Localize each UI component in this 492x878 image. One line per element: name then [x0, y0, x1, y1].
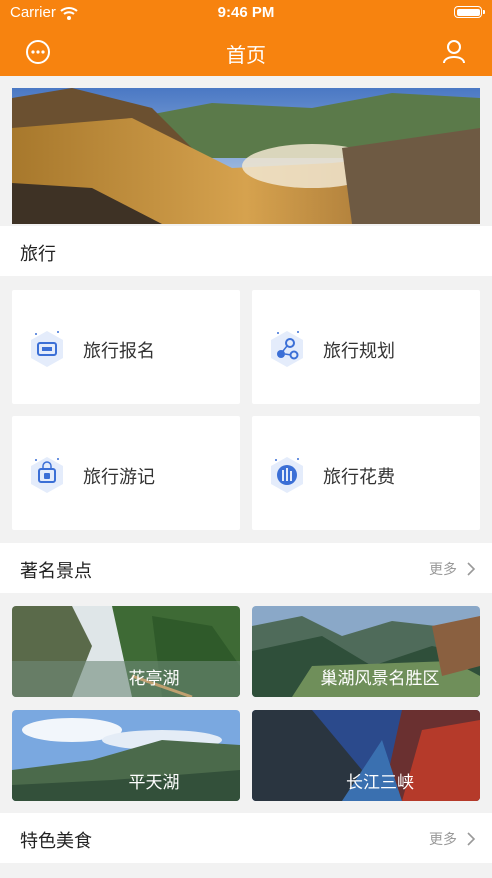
spot-card[interactable]: 巢湖风景名胜区	[252, 606, 480, 697]
ticket-icon	[28, 328, 66, 368]
spots-section-header: 著名景点 更多	[0, 543, 492, 593]
spot-caption: 花亭湖	[128, 669, 180, 689]
spot-card[interactable]: 平天湖	[12, 710, 240, 801]
spot-caption: 平天湖	[128, 773, 180, 793]
route-icon	[268, 328, 306, 368]
more-label: 更多	[429, 832, 457, 848]
card-label: 旅行花费	[323, 467, 395, 488]
status-bar: Carrier 9:46 PM	[0, 0, 492, 26]
spot-caption: 巢湖风景名胜区	[320, 669, 440, 689]
battery-icon	[454, 6, 485, 18]
card-label: 旅行报名	[83, 341, 155, 362]
travel-plan-card[interactable]: 旅行规划	[252, 290, 480, 404]
clock: 9:46 PM	[217, 4, 275, 21]
page-title: 首页	[226, 43, 266, 67]
spot-card[interactable]: 花亭湖	[12, 606, 240, 697]
food-section-header: 特色美食 更多	[0, 813, 492, 863]
cost-icon	[268, 454, 306, 494]
card-label: 旅行游记	[83, 467, 155, 488]
chevron-right-icon	[467, 562, 476, 576]
spot-card[interactable]: 长江三峡	[252, 710, 480, 801]
more-link[interactable]: 更多	[429, 559, 476, 579]
card-label: 旅行规划	[323, 341, 395, 362]
more-label: 更多	[429, 562, 457, 578]
lock-note-icon	[28, 454, 66, 494]
travel-journal-card[interactable]: 旅行游记	[12, 416, 240, 530]
travel-section-header: 旅行	[0, 226, 492, 276]
user-icon[interactable]	[440, 37, 468, 65]
more-link[interactable]: 更多	[429, 829, 476, 849]
section-title: 特色美食	[20, 831, 92, 852]
section-title: 旅行	[20, 244, 56, 265]
section-title: 著名景点	[20, 561, 92, 582]
chevron-right-icon	[467, 832, 476, 846]
spot-caption: 长江三峡	[346, 773, 414, 793]
nav-bar: 首页	[0, 26, 492, 76]
banner-image[interactable]	[12, 88, 480, 224]
travel-cost-card[interactable]: 旅行花费	[252, 416, 480, 530]
travel-signup-card[interactable]: 旅行报名	[12, 290, 240, 404]
